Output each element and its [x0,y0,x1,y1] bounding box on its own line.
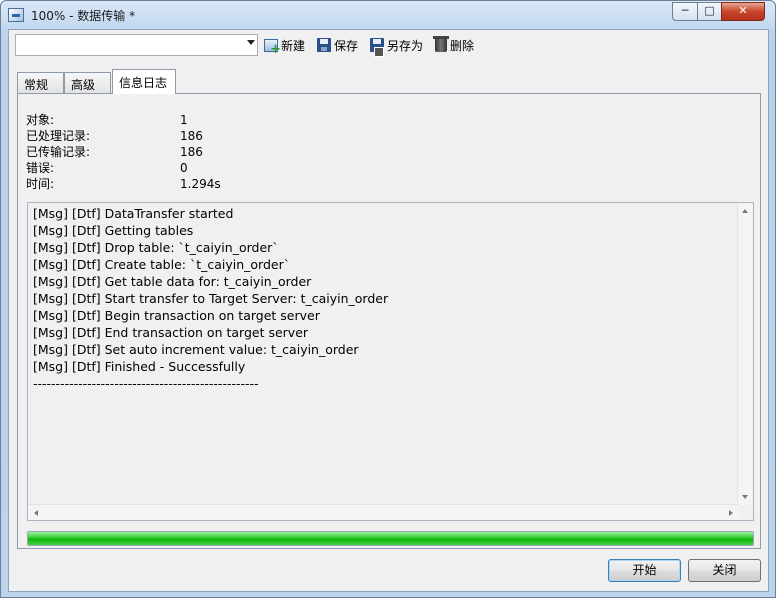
data-transfer-window: 100% - 数据传输 * ─ □ ✕ 新建 保存 另存为 [0,0,776,598]
start-button[interactable]: 开始 [608,559,681,582]
log-line: [Msg] [Dtf] Begin transaction on target … [33,308,320,323]
stat-objects: 对象: 1 [26,112,326,128]
new-label: 新建 [281,38,306,53]
stat-label: 已处理记录: [26,129,91,143]
toolbar: 新建 保存 另存为 删除 [15,34,755,58]
vertical-scrollbar[interactable] [737,203,753,505]
log-separator: ----------------------------------------… [33,376,259,391]
log-line: [Msg] [Dtf] Set auto increment value: t_… [33,342,359,357]
stat-label: 已传输记录: [26,145,91,159]
progress-bar [27,531,754,546]
horizontal-scrollbar[interactable] [28,504,739,520]
stats-summary: 对象: 1 已处理记录: 186 已传输记录: 186 错误: 0 时间: 1.… [26,112,326,192]
log-output[interactable]: [Msg] [Dtf] DataTransfer started [Msg] [… [27,202,754,521]
minimize-button[interactable]: ─ [672,2,698,21]
trash-icon [433,36,449,52]
save-button[interactable]: 保存 [317,36,358,54]
log-line: [Msg] [Dtf] Get table data for: t_caiyin… [33,274,312,289]
log-lines: [Msg] [Dtf] DataTransfer started [Msg] [… [33,205,388,392]
log-line: [Msg] [Dtf] DataTransfer started [33,206,234,221]
chevron-down-icon[interactable] [247,40,255,45]
log-line: [Msg] [Dtf] Create table: `t_caiyin_orde… [33,257,290,272]
log-line: [Msg] [Dtf] Start transfer to Target Ser… [33,291,389,306]
window-title: 100% - 数据传输 * [31,9,136,23]
delete-label: 删除 [450,38,475,53]
stat-value: 1 [180,113,188,127]
title-bar[interactable]: 100% - 数据传输 * ─ □ ✕ [1,1,775,29]
scroll-right-arrow-icon[interactable] [729,510,733,516]
new-document-icon [264,38,281,57]
maximize-button[interactable]: □ [697,2,722,21]
stat-processed-records: 已处理记录: 186 [26,128,326,144]
stat-value: 186 [180,145,203,159]
client-area: 新建 保存 另存为 删除 常规 高级 信息日志 对象: [8,29,769,592]
stat-label: 时间: [26,177,55,191]
log-line: [Msg] [Dtf] Finished - Successfully [33,359,246,374]
save-as-button[interactable]: 另存为 [370,36,424,57]
log-line: [Msg] [Dtf] End transaction on target se… [33,325,309,340]
stat-value: 0 [180,161,188,175]
stat-value: 1.294s [180,177,221,191]
tab-advanced[interactable]: 高级 [64,72,111,93]
close-button[interactable]: 关闭 [688,559,761,582]
new-button[interactable]: 新建 [264,36,306,57]
message-log-panel: 对象: 1 已处理记录: 186 已传输记录: 186 错误: 0 时间: 1.… [17,93,761,549]
profile-dropdown[interactable] [15,34,258,56]
scroll-left-arrow-icon[interactable] [34,510,38,516]
tab-general[interactable]: 常规 [17,72,64,93]
log-line: [Msg] [Dtf] Drop table: `t_caiyin_order` [33,240,279,255]
save-as-icon [370,38,384,57]
tab-message-log[interactable]: 信息日志 [112,69,176,94]
save-icon [317,38,331,52]
scroll-down-arrow-icon[interactable] [742,495,748,499]
stat-label: 对象: [26,113,55,127]
scroll-up-arrow-icon[interactable] [742,209,748,213]
stat-value: 186 [180,129,203,143]
stat-transferred-records: 已传输记录: 186 [26,144,326,160]
stat-time: 时间: 1.294s [26,176,326,192]
save-as-label: 另存为 [387,38,424,53]
delete-button[interactable]: 删除 [433,36,475,54]
stat-label: 错误: [26,161,55,175]
app-icon [8,8,24,22]
save-label: 保存 [334,38,359,53]
stat-errors: 错误: 0 [26,160,326,176]
progress-fill [28,532,753,545]
close-window-button[interactable]: ✕ [721,2,765,21]
log-line: [Msg] [Dtf] Getting tables [33,223,194,238]
